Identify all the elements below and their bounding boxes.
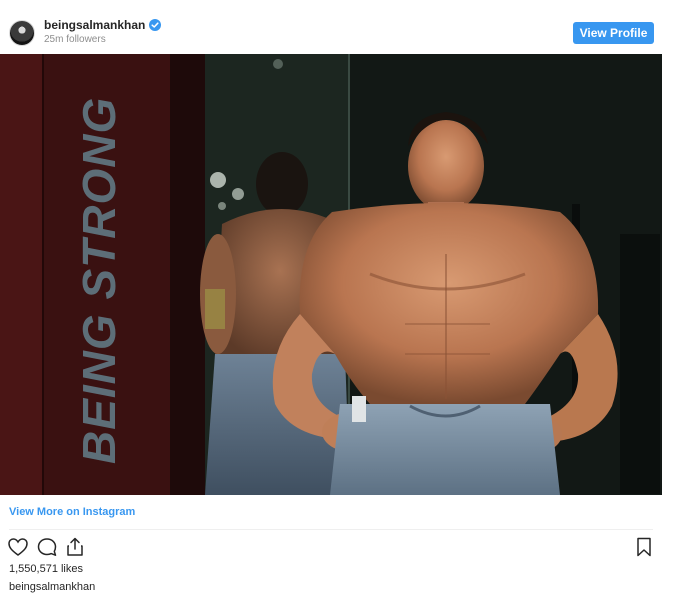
bookmark-icon[interactable]	[633, 536, 655, 558]
gym-photo-illustration: BEING STRONG	[0, 54, 662, 495]
heart-icon[interactable]	[7, 536, 29, 558]
verified-badge-icon	[149, 19, 162, 31]
instagram-embed: beingsalmankhan 25m followers View Profi…	[0, 0, 662, 593]
likes-count: 1,550,571 likes	[9, 563, 83, 575]
post-photo[interactable]: BEING STRONG	[0, 54, 662, 495]
username[interactable]: beingsalmankhan	[44, 18, 145, 32]
post-header: beingsalmankhan 25m followers View Profi…	[0, 0, 662, 54]
share-icon[interactable]	[64, 536, 86, 558]
caption-username[interactable]: beingsalmankhan	[9, 581, 95, 593]
view-profile-button[interactable]: View Profile	[573, 22, 654, 44]
divider	[9, 529, 653, 530]
comment-icon[interactable]	[36, 536, 58, 558]
avatar[interactable]	[9, 20, 35, 46]
username-row: beingsalmankhan	[44, 18, 162, 32]
action-bar	[0, 536, 662, 558]
view-more-link[interactable]: View More on Instagram	[9, 506, 135, 519]
wall-text: BEING STRONG	[73, 97, 125, 464]
followers-count: 25m followers	[44, 34, 106, 45]
